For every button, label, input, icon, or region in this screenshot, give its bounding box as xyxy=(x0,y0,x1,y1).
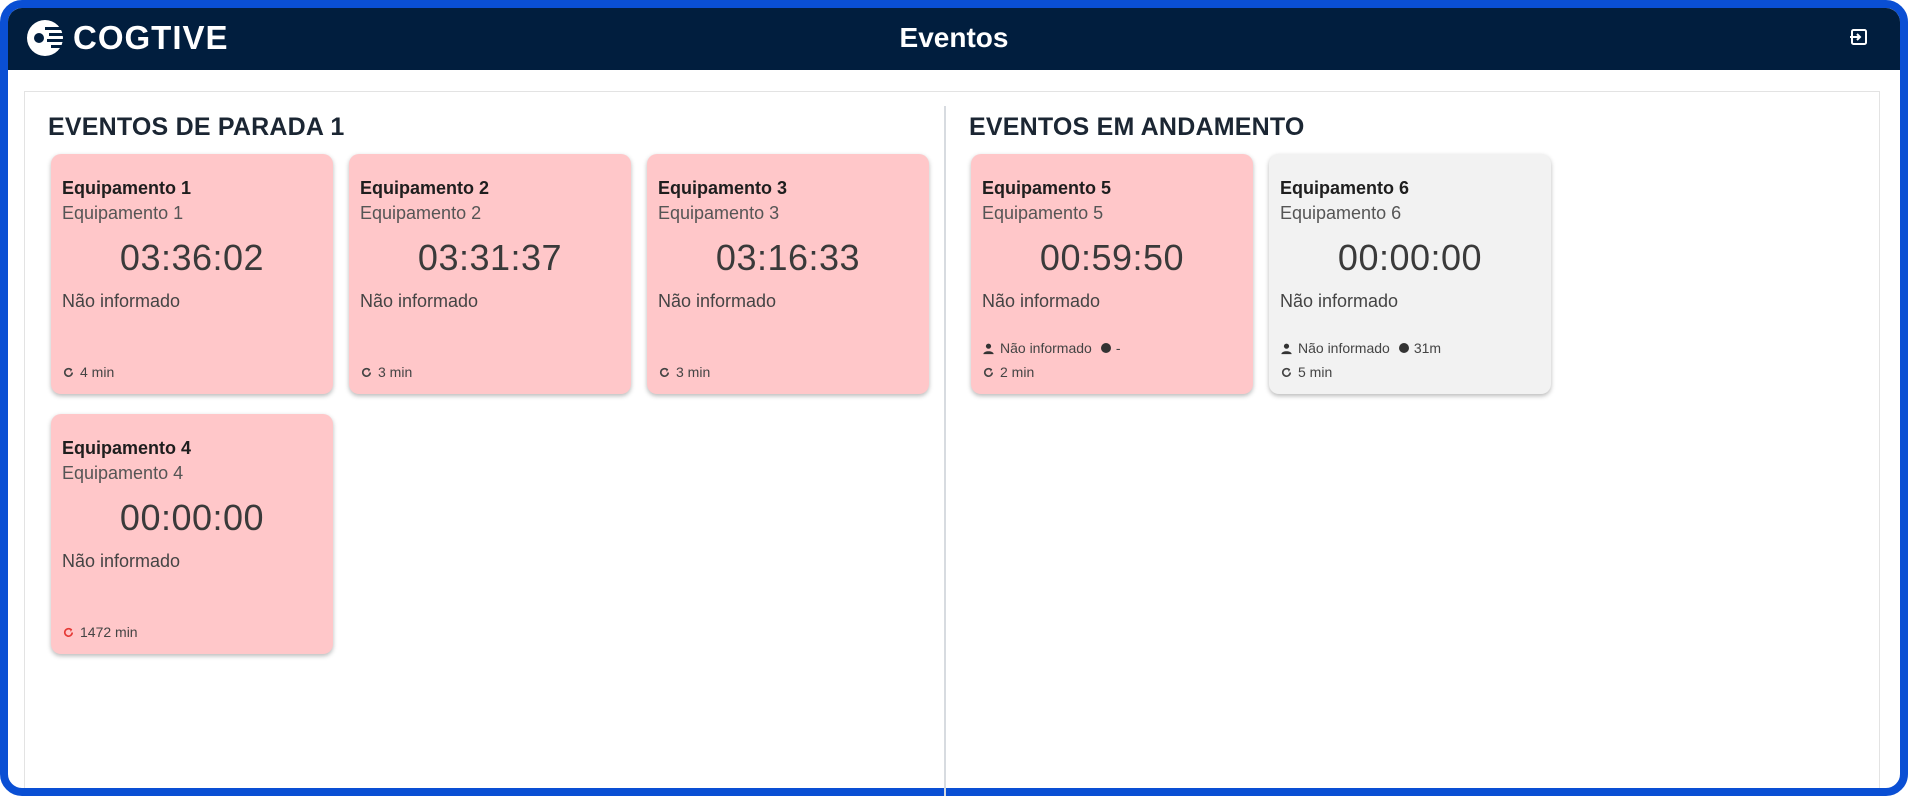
event-card-5[interactable]: Equipamento 5 Equipamento 5 00:59:50 Não… xyxy=(971,154,1253,394)
card-status: Não informado xyxy=(360,291,479,311)
refresh-label: 2 min xyxy=(1000,364,1035,380)
section-divider xyxy=(944,106,946,796)
card-subtitle: Equipamento 4 xyxy=(62,463,184,483)
logout-icon xyxy=(1850,29,1867,45)
refresh-icon xyxy=(660,367,670,377)
event-card-2[interactable]: Equipamento 2 Equipamento 2 03:31:37 Não… xyxy=(349,154,631,394)
operator-label: Não informado xyxy=(1000,340,1092,356)
card-refresh: 5 min xyxy=(1280,364,1332,380)
event-card-4[interactable]: Equipamento 4 Equipamento 4 00:00:00 Não… xyxy=(51,414,333,654)
card-refresh: 3 min xyxy=(360,364,412,380)
refresh-label: 3 min xyxy=(676,364,711,380)
section-title-in-progress: EVENTOS EM ANDAMENTO xyxy=(969,113,1305,141)
refresh-icon xyxy=(64,367,74,377)
duration-label: - xyxy=(1115,340,1121,356)
card-subtitle: Equipamento 5 xyxy=(982,203,1104,223)
refresh-label: 5 min xyxy=(1298,364,1333,380)
duration-label: 31m xyxy=(1413,340,1442,356)
card-title: Equipamento 5 xyxy=(982,178,1112,198)
card-status: Não informado xyxy=(62,551,181,571)
refresh-icon xyxy=(362,367,372,377)
card-operator-info: Não informado - xyxy=(982,340,1121,356)
card-refresh: 1472 min xyxy=(62,624,138,640)
top-bar: COGTIVE Eventos xyxy=(8,8,1900,70)
person-icon xyxy=(1281,343,1292,354)
card-title: Equipamento 3 xyxy=(658,178,788,198)
refresh-label: 4 min xyxy=(80,364,115,380)
card-refresh: 2 min xyxy=(982,364,1034,380)
refresh-icon xyxy=(1282,367,1292,377)
status-dot-icon xyxy=(1398,343,1409,353)
card-subtitle: Equipamento 6 xyxy=(1280,203,1402,223)
card-title: Equipamento 1 xyxy=(62,178,192,198)
card-timer: 03:16:33 xyxy=(715,237,861,278)
card-timer: 03:36:02 xyxy=(119,237,265,278)
card-subtitle: Equipamento 3 xyxy=(658,203,780,223)
card-title: Equipamento 4 xyxy=(62,438,192,458)
refresh-label: 1472 min xyxy=(80,624,138,640)
card-subtitle: Equipamento 1 xyxy=(62,203,184,223)
refresh-icon xyxy=(984,367,994,377)
card-title: Equipamento 6 xyxy=(1280,178,1410,198)
card-status: Não informado xyxy=(62,291,181,311)
card-timer: 00:59:50 xyxy=(1039,237,1185,278)
person-icon xyxy=(983,343,994,354)
logout-button[interactable] xyxy=(1846,24,1872,50)
event-card-3[interactable]: Equipamento 3 Equipamento 3 03:16:33 Não… xyxy=(647,154,929,394)
refresh-alert-icon xyxy=(64,627,74,637)
page-title: Eventos xyxy=(899,22,1009,53)
card-status: Não informado xyxy=(982,291,1101,311)
card-title: Equipamento 2 xyxy=(360,178,490,198)
card-refresh: 4 min xyxy=(62,364,114,380)
card-status: Não informado xyxy=(1280,291,1399,311)
section-title-stop-events: EVENTOS DE PARADA 1 xyxy=(48,113,345,141)
operator-label: Não informado xyxy=(1298,340,1390,356)
card-subtitle: Equipamento 2 xyxy=(360,203,482,223)
card-status: Não informado xyxy=(658,291,777,311)
card-operator-info: Não informado 31m xyxy=(1280,340,1441,356)
status-dot-icon xyxy=(1100,343,1111,353)
card-timer: 03:31:37 xyxy=(417,237,563,278)
event-card-1[interactable]: Equipamento 1 Equipamento 1 03:36:02 Não… xyxy=(51,154,333,394)
card-refresh: 3 min xyxy=(658,364,710,380)
card-timer: 00:00:00 xyxy=(1337,237,1483,278)
refresh-label: 3 min xyxy=(378,364,413,380)
event-card-6[interactable]: Equipamento 6 Equipamento 6 00:00:00 Não… xyxy=(1269,154,1551,394)
card-timer: 00:00:00 xyxy=(119,497,265,538)
